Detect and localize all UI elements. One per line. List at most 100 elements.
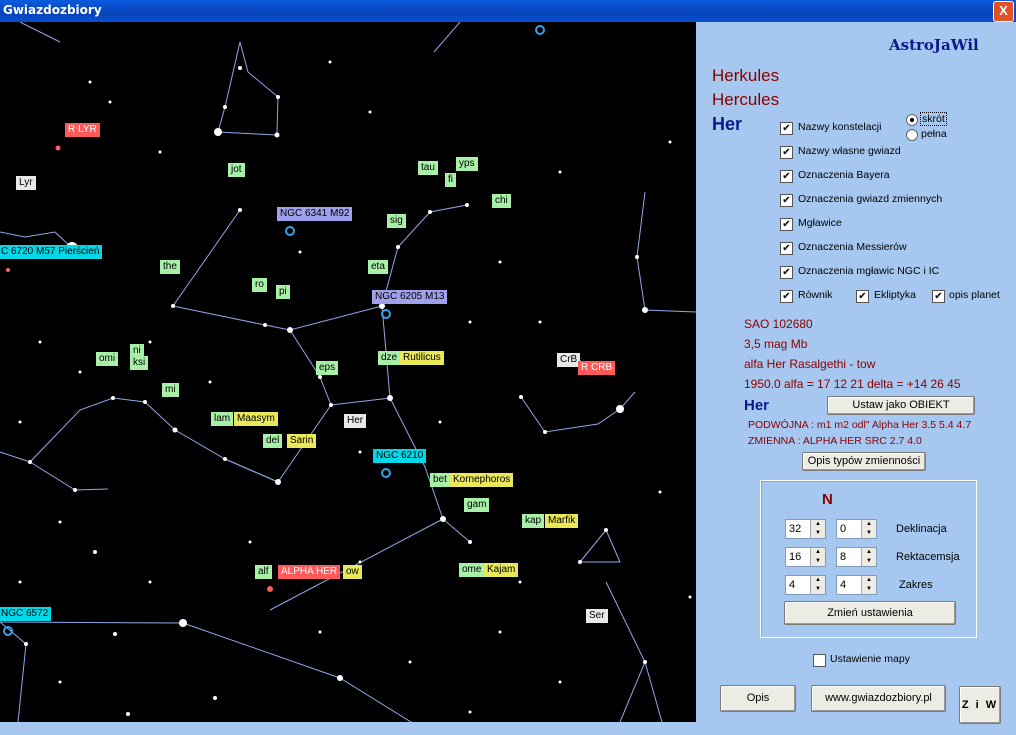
nebula-markers — [3, 25, 545, 636]
bottom-strip — [0, 722, 696, 735]
dec-min-stepper[interactable]: 0 ▲ ▼ — [836, 519, 877, 539]
sky-label: chi — [492, 194, 511, 208]
checkbox-ecliptic[interactable]: ✔ — [856, 290, 869, 303]
checkbox-label: Mgławice — [798, 217, 842, 229]
stepper-arrows-icon[interactable]: ▲ ▼ — [861, 520, 876, 538]
stepper-arrows-icon[interactable]: ▲ ▼ — [861, 576, 876, 594]
dec-deg-stepper[interactable]: 32 ▲ ▼ — [785, 519, 826, 539]
sky-label: NGC 6572 — [0, 607, 52, 621]
radio-full[interactable] — [906, 129, 918, 141]
settings-group: N 32 ▲ ▼ 0 ▲ ▼ Deklinacja 16 ▲ ▼ 8 ▲ ▼ Rektacems… — [760, 480, 977, 638]
ra-min-stepper[interactable]: 8 ▲ ▼ — [836, 547, 877, 567]
ziw-button[interactable]: Z i W — [959, 686, 1001, 724]
sky-label: Ser — [586, 609, 608, 623]
range-2-stepper[interactable]: 4 ▲ ▼ — [836, 575, 877, 595]
value: 0 — [840, 523, 847, 535]
radio-short[interactable] — [906, 114, 918, 126]
checkbox-bayer[interactable]: ✔ — [780, 170, 793, 183]
sky-label: alf — [255, 565, 272, 579]
sky-label: gam — [464, 498, 490, 512]
sky-label: Sarin — [287, 434, 317, 448]
sky-label: Rutilicus — [400, 351, 444, 365]
checkbox-label: Oznaczenia Messierów — [798, 241, 907, 253]
checkbox-equator[interactable]: ✔ — [780, 290, 793, 303]
sky-label: eps — [316, 361, 339, 375]
sky-label: ALPHA HER — [278, 565, 341, 579]
stepper-arrows-icon[interactable]: ▲ ▼ — [810, 520, 825, 538]
checkbox-label: opis planet — [949, 289, 1000, 301]
ra-label: Rektacemsja — [896, 551, 960, 563]
checkbox-ngc-ic[interactable]: ✔ — [780, 266, 793, 279]
value: 4 — [789, 579, 796, 591]
sky-label: bet — [430, 473, 450, 487]
sky-label: Kajam — [484, 563, 519, 577]
sky-label: jot — [228, 163, 245, 177]
sky-label: ow — [343, 565, 362, 579]
window-title: Gwiazdozbiory — [3, 3, 102, 17]
set-object-button[interactable]: Ustaw jako OBIEKT — [827, 396, 975, 415]
stepper-arrows-icon[interactable]: ▲ ▼ — [810, 548, 825, 566]
checkbox-label: Nazwy własne gwiazd — [798, 145, 901, 157]
title-bar: Gwiazdozbiory X — [0, 0, 1016, 22]
star-coords: 1950.0 alfa = 17 12 21 delta = +14 26 45 — [744, 377, 961, 391]
value: 4 — [840, 579, 847, 591]
sky-label: tau — [418, 161, 438, 175]
checkbox-nebulae[interactable]: ✔ — [780, 218, 793, 231]
change-settings-button[interactable]: Zmień ustawienia — [784, 601, 956, 625]
map-setting-label: Ustawienie mapy — [830, 653, 910, 665]
checkbox-label: Ekliptyka — [874, 289, 917, 301]
brand-logo: AstroJaWil — [889, 36, 979, 54]
sky-label: pi — [276, 285, 290, 299]
sky-label: dze — [378, 351, 401, 365]
checkbox-label: Oznaczenia Bayera — [798, 169, 890, 181]
ra-h-stepper[interactable]: 16 ▲ ▼ — [785, 547, 826, 567]
direction-label: N — [822, 491, 833, 508]
value: 32 — [789, 523, 802, 535]
checkbox-planets[interactable]: ✔ — [932, 290, 945, 303]
constellation-abbr: Her — [712, 114, 743, 134]
sky-label: R CRB — [578, 361, 616, 375]
sky-label: ksi — [130, 356, 149, 370]
value: 8 — [840, 551, 847, 563]
sky-label: lam — [211, 412, 234, 426]
stepper-arrows-icon[interactable]: ▲ ▼ — [861, 548, 876, 566]
sky-label: eta — [368, 260, 388, 274]
sky-label: Marfik — [545, 514, 579, 528]
double-star-info: PODWÓJNA : m1 m2 odl" Alpha Her 3.5 5.4 … — [748, 419, 972, 431]
stepper-arrows-icon[interactable]: ▲ ▼ — [810, 576, 825, 594]
star-name: alfa Her Rasalgethi - tow — [744, 357, 876, 371]
checkbox-messier[interactable]: ✔ — [780, 242, 793, 255]
checkbox-map-setting[interactable] — [813, 654, 826, 667]
sky-label: NGC 6205 M13 — [372, 290, 448, 304]
sky-label: omi — [96, 352, 119, 366]
sky-label: R LYR — [65, 123, 100, 137]
range-label: Zakres — [899, 579, 933, 591]
close-button[interactable]: X — [993, 1, 1014, 22]
control-panel: AstroJaWil Herkules Hercules Her skrót p… — [696, 22, 1016, 735]
description-button[interactable]: Opis — [720, 685, 796, 712]
checkbox-constellation-names[interactable]: ✔ — [780, 122, 793, 135]
range-1-stepper[interactable]: 4 ▲ ▼ — [785, 575, 826, 595]
sky-label: del — [263, 434, 283, 448]
variable-star-info: ZMIENNA : ALPHA HER SRC 2.7 4.0 — [748, 435, 922, 447]
sky-label: NGC 6210 — [373, 449, 427, 463]
checkbox-label: Nazwy konstelacji — [798, 121, 882, 133]
sky-label: kap — [522, 514, 545, 528]
sky-label: yps — [456, 157, 478, 171]
sky-label: mi — [162, 383, 179, 397]
checkbox-star-names[interactable]: ✔ — [780, 146, 793, 159]
sky-label: CrB — [557, 353, 581, 367]
checkbox-label: Oznaczenia mgławic NGC i IC — [798, 265, 940, 277]
value: 16 — [789, 551, 802, 563]
sky-label: NGC 6341 M92 — [277, 207, 353, 221]
sky-map[interactable]: R LYR Lyr C 6720 M57 Pierścień jot tau y… — [0, 22, 696, 722]
constellation-name-la: Hercules — [712, 90, 780, 109]
checkbox-label: Oznaczenia gwiazd zmiennych — [798, 193, 943, 205]
variability-types-button[interactable]: Opis typów zmienności — [802, 452, 926, 471]
sky-label: Kornephoros — [450, 473, 514, 487]
radio-full-label: pełna — [921, 128, 947, 140]
sky-label: Lyr — [16, 176, 36, 190]
checkbox-variable-stars[interactable]: ✔ — [780, 194, 793, 207]
website-button[interactable]: www.gwiazdozbiory.pl — [811, 685, 946, 712]
sky-label: sig — [387, 214, 406, 228]
